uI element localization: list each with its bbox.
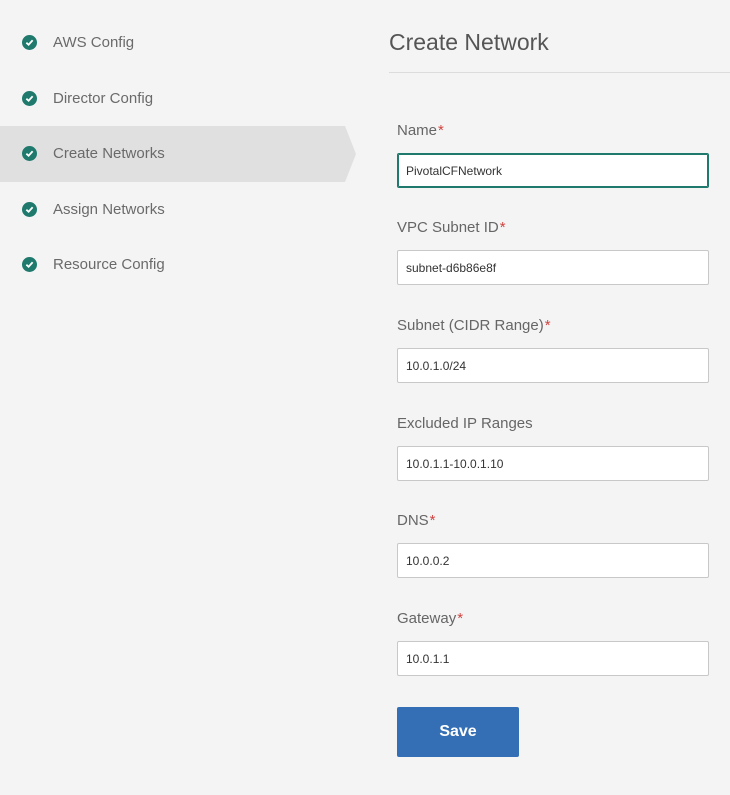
create-network-panel: Create Network Name* VPC Subnet ID* Subn… <box>389 0 730 795</box>
sidebar-nav: AWS Config Director Config Create Networ… <box>0 15 360 293</box>
required-marker: * <box>457 610 464 627</box>
required-marker: * <box>429 512 436 529</box>
check-circle-icon <box>22 35 37 51</box>
subnet-cidr-label: Subnet (CIDR Range)* <box>397 317 551 334</box>
required-marker: * <box>438 122 444 139</box>
dns-input[interactable] <box>397 543 709 578</box>
name-label: Name* <box>397 122 444 139</box>
sidebar-item-resource-config[interactable]: Resource Config <box>0 237 360 293</box>
gateway-field-group: Gateway* <box>397 609 709 676</box>
subnet-cidr-field-group: Subnet (CIDR Range)* <box>397 316 709 383</box>
dns-field-group: DNS* <box>397 511 709 578</box>
sidebar-item-label: Director Config <box>53 89 154 107</box>
excluded-ip-ranges-input[interactable] <box>397 446 709 481</box>
title-divider <box>389 72 730 73</box>
check-circle-icon <box>22 201 37 217</box>
page-title: Create Network <box>389 29 549 55</box>
gateway-label: Gateway* <box>397 610 464 627</box>
vpc-subnet-id-input[interactable] <box>397 250 709 285</box>
required-marker: * <box>544 317 551 334</box>
excluded-ip-ranges-label: Excluded IP Ranges <box>397 415 533 432</box>
sidebar-item-assign-networks[interactable]: Assign Networks <box>0 182 360 238</box>
subnet-cidr-input[interactable] <box>397 348 709 383</box>
gateway-input[interactable] <box>397 641 709 676</box>
excluded-ip-ranges-field-group: Excluded IP Ranges <box>397 414 709 481</box>
dns-label: DNS* <box>397 512 436 529</box>
vpc-subnet-id-field-group: VPC Subnet ID* <box>397 218 709 285</box>
app-root: AWS Config Director Config Create Networ… <box>0 0 730 795</box>
sidebar-item-director-config[interactable]: Director Config <box>0 71 360 127</box>
sidebar-item-create-networks[interactable]: Create Networks <box>0 126 356 182</box>
check-circle-icon <box>22 90 37 106</box>
vpc-subnet-id-label: VPC Subnet ID* <box>397 219 506 236</box>
required-marker: * <box>499 219 506 236</box>
sidebar-item-label: AWS Config <box>53 34 135 52</box>
sidebar-item-label: Resource Config <box>53 256 165 274</box>
sidebar-item-label: Create Networks <box>53 145 165 163</box>
check-circle-icon <box>22 146 37 162</box>
sidebar-item-label: Assign Networks <box>53 200 165 218</box>
sidebar-item-aws-config[interactable]: AWS Config <box>0 15 360 71</box>
name-field-group: Name* <box>397 121 709 188</box>
name-input[interactable] <box>397 153 709 188</box>
check-circle-icon <box>22 257 37 273</box>
save-button[interactable]: Save <box>397 707 519 757</box>
